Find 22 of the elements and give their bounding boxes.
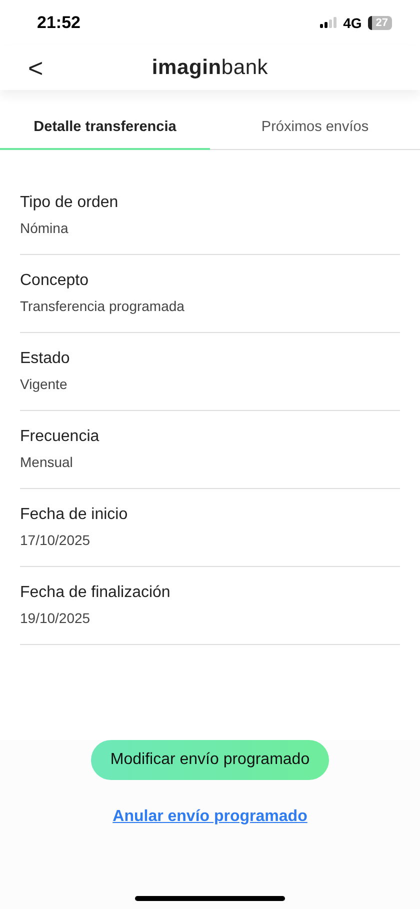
cancel-link[interactable]: Anular envío programado bbox=[112, 808, 308, 826]
modify-button[interactable]: Modificar envío programado bbox=[91, 740, 329, 780]
status-time: 21:52 bbox=[37, 12, 80, 32]
battery-level: 27 bbox=[368, 16, 392, 30]
detail-label: Tipo de orden bbox=[20, 194, 120, 212]
network-type: 4G bbox=[343, 14, 362, 30]
back-button[interactable]: < bbox=[22, 53, 50, 84]
tab[interactable]: Próximos envíos bbox=[210, 105, 420, 150]
signal-icon bbox=[320, 17, 338, 28]
detail-label: Fecha de finalización bbox=[20, 584, 172, 602]
detail-label: Fecha de inicio bbox=[20, 506, 129, 524]
detail-value: 17/10/2025 bbox=[20, 532, 92, 548]
detail-label: Estado bbox=[20, 350, 71, 368]
detail-value: Mensual bbox=[20, 454, 74, 470]
detail-value: Nómina bbox=[20, 220, 70, 236]
tab[interactable]: Detalle transferencia bbox=[0, 105, 210, 150]
detail-value: 19/10/2025 bbox=[20, 610, 92, 626]
logo: imaginbank bbox=[152, 56, 268, 80]
detail-value: Vigente bbox=[20, 376, 68, 392]
detail-value: Transferencia programada bbox=[20, 298, 186, 314]
detail-label: Concepto bbox=[20, 272, 90, 290]
detail-label: Frecuencia bbox=[20, 428, 100, 446]
